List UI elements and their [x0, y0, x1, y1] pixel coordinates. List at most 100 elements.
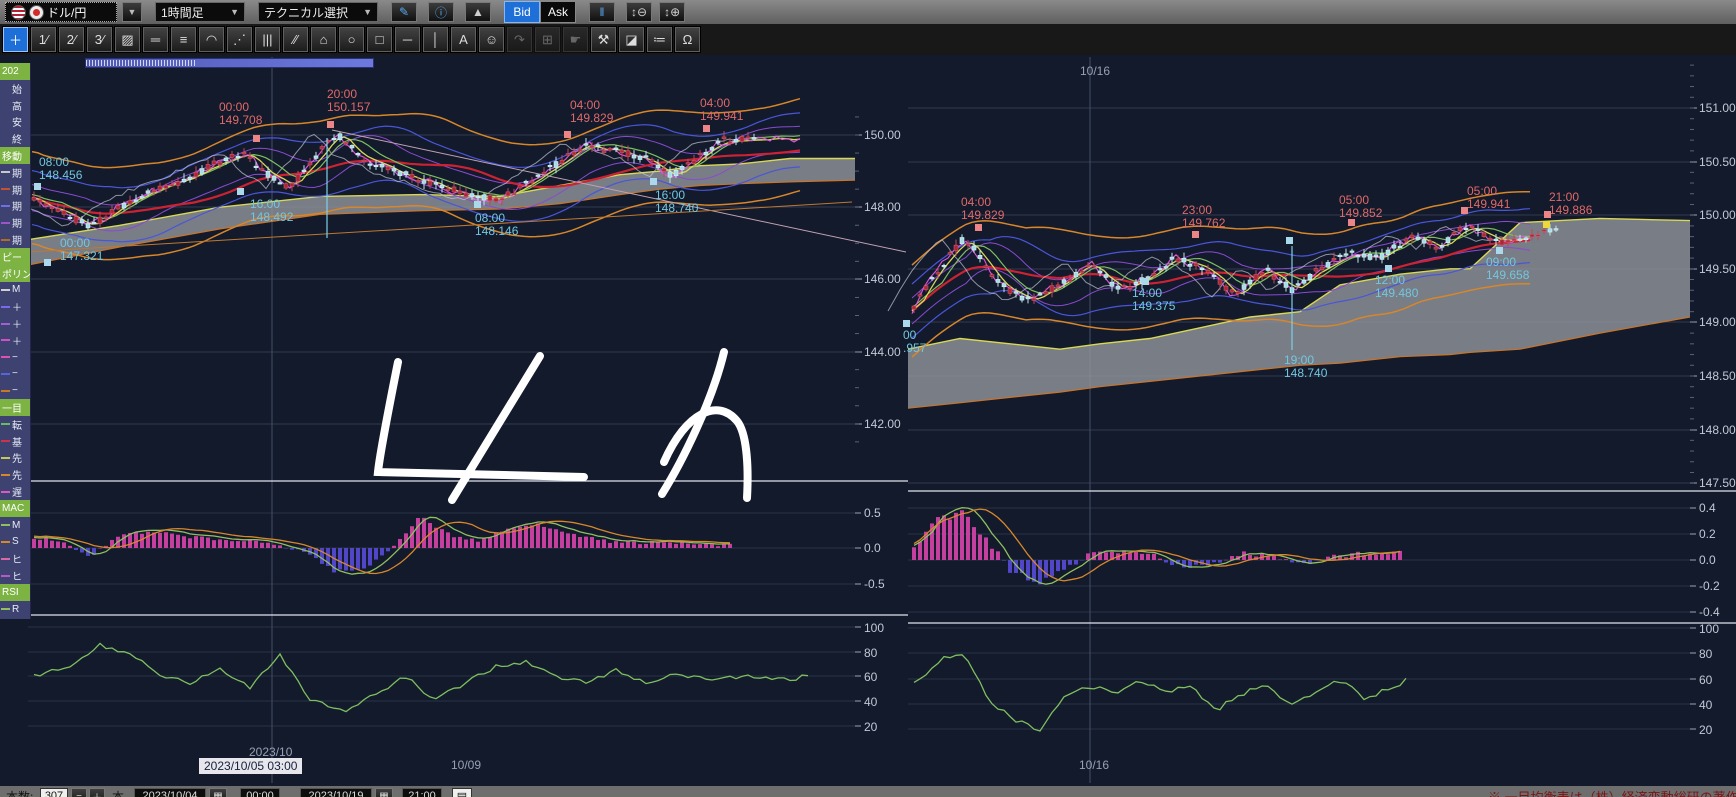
- tool-copy[interactable]: ⊞: [535, 27, 560, 52]
- date-from-input[interactable]: 2023/10/04: [134, 788, 206, 797]
- legend-color-dash: [1, 289, 10, 291]
- technical-label: テクニカル選択: [264, 4, 348, 21]
- legend-color-dash: [1, 205, 10, 207]
- time-to-input[interactable]: 21:00: [402, 788, 442, 797]
- tool-magnet[interactable]: Ω: [675, 27, 700, 52]
- tool-parallel-lines[interactable]: ═: [143, 27, 168, 52]
- legend-item: S: [0, 533, 30, 550]
- time-from-input[interactable]: 00:00: [240, 788, 280, 797]
- right-chart-region[interactable]: [908, 55, 1736, 786]
- left-chart-region[interactable]: [28, 55, 908, 786]
- japan-flag-icon: [29, 5, 44, 20]
- legend-color-dash: [1, 558, 10, 560]
- legend-color-dash: [1, 222, 10, 224]
- currency-pair-selector[interactable]: ドル/円: [5, 2, 117, 22]
- tool-pentagon[interactable]: ⌂: [311, 27, 336, 52]
- bid-button[interactable]: Bid: [504, 1, 540, 23]
- legend-item: 期: [0, 181, 30, 198]
- tool-crosshair[interactable]: ＋: [3, 27, 28, 52]
- copyright-disclaimer: ※ 一目均衡表は（株）経済変動総研の著作物です: [1488, 787, 1736, 797]
- timeframe-selector[interactable]: 1時間足 ▼: [155, 2, 245, 22]
- legend-item: 始: [0, 80, 30, 97]
- calendar-icon: ▦: [379, 791, 388, 797]
- chart-style-button[interactable]: ▲: [465, 2, 491, 22]
- tool-trendline-3[interactable]: 3∕: [87, 27, 112, 52]
- info-icon: ⓘ: [435, 4, 447, 21]
- count-increment-button[interactable]: ＋: [89, 788, 105, 797]
- tool-text[interactable]: A: [451, 27, 476, 52]
- tool-fan-arc[interactable]: ◠: [199, 27, 224, 52]
- legend-color-dash: [1, 239, 10, 241]
- calendar-icon: ▦: [213, 791, 222, 797]
- legend-item: 遅: [0, 483, 30, 500]
- main-toolbar: ドル/円 ▼ 1時間足 ▼ テクニカル選択 ▼ ✎ ⓘ ▲ Bid Ask ‖: [0, 0, 1736, 24]
- tool-vertical-line[interactable]: │: [423, 27, 448, 52]
- tool-fibonacci-fan[interactable]: ∕∕: [283, 27, 308, 52]
- bar-unit-label: 本: [112, 788, 124, 797]
- currency-pair-label: ドル/円: [47, 4, 86, 21]
- tool-rectangle[interactable]: □: [367, 27, 392, 52]
- legend-color-dash: [1, 306, 10, 308]
- tool-settings-list[interactable]: ≔: [647, 27, 672, 52]
- bar-count-input[interactable]: 307: [40, 788, 68, 797]
- doc-button[interactable]: ▤: [452, 788, 472, 797]
- tool-hand[interactable]: ☛: [563, 27, 588, 52]
- legend-item: 期: [0, 197, 30, 214]
- count-decrement-button[interactable]: −: [71, 788, 87, 797]
- legend-color-dash: [1, 474, 10, 476]
- tool-wrench[interactable]: ⚒: [591, 27, 616, 52]
- legend-item: −: [0, 349, 30, 366]
- tool-icon-stamp[interactable]: ☺: [479, 27, 504, 52]
- tool-vertical-grid[interactable]: |||: [255, 27, 280, 52]
- legend-group-header: 202: [0, 63, 30, 80]
- pencil-icon: ✎: [399, 5, 409, 19]
- legend-color-dash: [1, 356, 10, 358]
- legend-color-dash: [1, 491, 10, 493]
- legend-color-dash: [1, 575, 10, 577]
- fx-trading-app: { "toolbar1": { "pair": "ドル/円", "timefra…: [0, 0, 1736, 797]
- info-button[interactable]: ⓘ: [428, 2, 454, 22]
- tool-multi-lines[interactable]: ≡: [171, 27, 196, 52]
- date-to-input[interactable]: 2023/10/19: [300, 788, 372, 797]
- legend-item: 期: [0, 231, 30, 248]
- draw-pencil-button[interactable]: ✎: [391, 2, 417, 22]
- legend-color-dash: [1, 524, 10, 526]
- mountain-icon: ▲: [472, 5, 484, 19]
- tool-eraser[interactable]: ◪: [619, 27, 644, 52]
- legend-group-header: RSI: [0, 584, 30, 601]
- zoom-out-button[interactable]: ↕ ⊖: [626, 2, 652, 22]
- chevron-down-icon: ▼: [363, 7, 372, 17]
- legend-color-dash: [1, 390, 10, 392]
- legend-group-header: 一目: [0, 399, 30, 416]
- chart-scrollbar[interactable]: [85, 58, 374, 68]
- calendar-to-button[interactable]: ▦: [375, 788, 393, 797]
- pair-dropdown-button[interactable]: ▼: [122, 2, 142, 22]
- candle-display-button[interactable]: ‖: [589, 2, 615, 22]
- tool-ruler[interactable]: ▨: [115, 27, 140, 52]
- tool-horizontal-line[interactable]: ─: [395, 27, 420, 52]
- legend-item: 期: [0, 214, 30, 231]
- legend-group-header: MAC: [0, 500, 30, 517]
- legend-item: ヒ: [0, 550, 30, 567]
- legend-color-dash: [1, 373, 10, 375]
- ask-button[interactable]: Ask: [540, 1, 576, 23]
- technical-selector[interactable]: テクニカル選択 ▼: [258, 2, 378, 22]
- legend-item: 終: [0, 130, 30, 147]
- tool-rotate[interactable]: ↷: [507, 27, 532, 52]
- tool-speed-lines[interactable]: ⋰: [227, 27, 252, 52]
- zoom-in-button[interactable]: ↕ ⊕: [659, 2, 685, 22]
- legend-color-dash: [1, 171, 10, 173]
- tool-trendline-2[interactable]: 2∕: [59, 27, 84, 52]
- tool-circle[interactable]: ○: [339, 27, 364, 52]
- legend-item: 安: [0, 113, 30, 130]
- legend-item: 先: [0, 449, 30, 466]
- zoom-in-icon: ⊕: [670, 5, 680, 19]
- legend-item: 期: [0, 164, 30, 181]
- legend-item: ヒ: [0, 567, 30, 584]
- calendar-from-button[interactable]: ▦: [209, 788, 227, 797]
- candlestick-icon: ‖: [600, 5, 605, 19]
- tool-trendline-1[interactable]: 1∕: [31, 27, 56, 52]
- legend-color-dash: [1, 323, 10, 325]
- us-flag-icon: [11, 5, 26, 20]
- legend-item: 先: [0, 466, 30, 483]
